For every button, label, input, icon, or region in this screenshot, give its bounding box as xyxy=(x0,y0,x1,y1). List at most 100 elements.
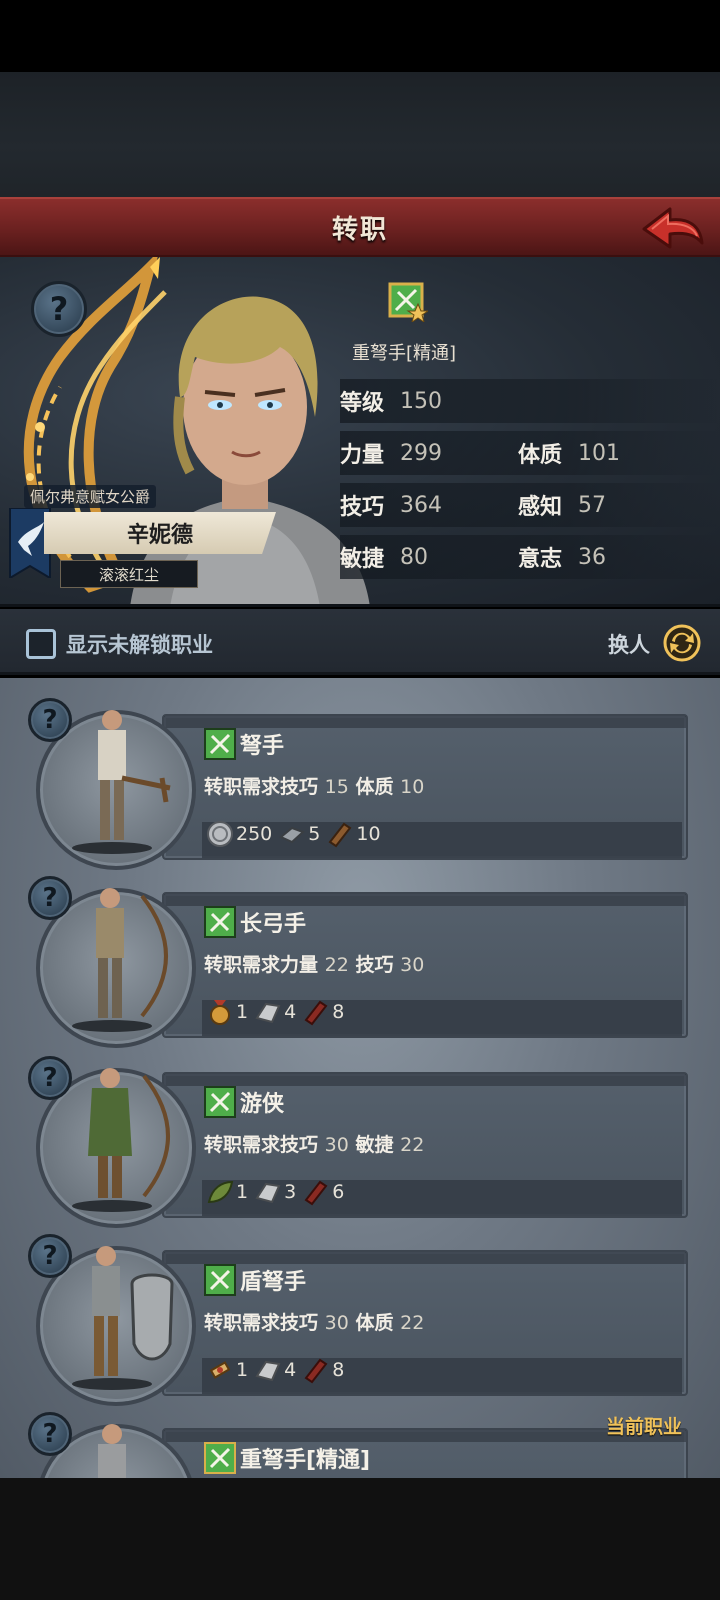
stat-label-level: 等级 xyxy=(340,391,385,416)
class-chip-icon xyxy=(204,1086,236,1118)
class-help-button[interactable]: ? xyxy=(28,1234,72,1278)
req2-label: 技巧 xyxy=(355,954,394,976)
stone-icon xyxy=(255,1182,281,1204)
class-requirements: 转职需求力量 22 技巧 30 xyxy=(204,950,424,977)
bottom-bar xyxy=(0,1478,720,1600)
class-name: 重弩手[精通] xyxy=(240,1448,371,1473)
filter-bar: 显示未解锁职业 换人 xyxy=(0,609,720,675)
stat-row-agi-will: 敏捷 80 意志 36 xyxy=(340,535,720,579)
class-help-button[interactable]: ? xyxy=(28,1412,72,1456)
class-chip-icon xyxy=(204,1264,236,1296)
medal-icon xyxy=(210,1000,230,1025)
class-costs: 1 3 6 xyxy=(206,1178,350,1206)
req1-label: 技巧 xyxy=(280,776,319,798)
stat-label-con: 体质 xyxy=(518,443,563,468)
stat-row-level: 等级 150 xyxy=(340,379,720,423)
class-name: 盾弩手 xyxy=(240,1270,307,1295)
swap-hero-label[interactable]: 换人 xyxy=(608,629,650,659)
req-prefix: 转职需求 xyxy=(204,954,281,976)
iron-ingot-icon xyxy=(279,826,306,844)
class-costs: 1 4 8 xyxy=(206,998,350,1026)
back-arrow-icon[interactable] xyxy=(640,203,706,255)
show-locked-checkbox[interactable] xyxy=(26,629,56,659)
cost-2: 3 xyxy=(284,1181,297,1203)
card-header-strip xyxy=(164,716,686,728)
class-help-button[interactable]: ? xyxy=(28,876,72,920)
swap-hero-icon[interactable] xyxy=(662,623,702,663)
stat-label-per: 感知 xyxy=(518,495,563,520)
req2-value: 10 xyxy=(400,776,425,798)
help-glyph: ? xyxy=(49,290,69,328)
current-class-badge: 当前职业 xyxy=(606,1416,683,1438)
page-title: 转职 xyxy=(331,214,388,245)
class-card-heavy-crossbowman[interactable]: ? 重弩手[精通] 当前职业 xyxy=(0,1402,720,1478)
class-card-longbowman[interactable]: ? 长弓手 转职需求力量 22 技巧 30 1 4 8 xyxy=(0,866,720,1048)
req2-value: 30 xyxy=(400,954,425,976)
stat-value-str: 299 xyxy=(400,440,442,466)
req-prefix: 转职需求 xyxy=(204,1134,281,1156)
req2-value: 22 xyxy=(400,1312,425,1334)
cost-2: 5 xyxy=(308,823,321,845)
req1-value: 30 xyxy=(324,1134,349,1156)
stone-icon xyxy=(255,1002,281,1024)
longbowman-figure xyxy=(72,888,168,1032)
stat-label-str: 力量 xyxy=(340,443,385,468)
help-glyph: ? xyxy=(42,1241,58,1271)
hero-help-button[interactable]: ? xyxy=(31,281,87,337)
stat-label-skill: 技巧 xyxy=(340,495,385,520)
stat-value-con: 101 xyxy=(578,440,620,466)
scroll-icon xyxy=(209,1361,231,1379)
card-header-strip xyxy=(164,894,686,906)
title-bar: 转职 xyxy=(0,197,720,257)
req1-label: 力量 xyxy=(280,954,319,976)
class-requirements: 转职需求技巧 30 体质 22 xyxy=(204,1308,424,1335)
req1-label: 技巧 xyxy=(280,1312,319,1334)
class-chip-icon xyxy=(204,1442,236,1474)
cost-1: 1 xyxy=(236,1359,249,1381)
class-card-shield-crossbowman[interactable]: ? 盾弩手 转职需求技巧 30 体质 22 1 4 8 xyxy=(0,1224,720,1406)
req1-value: 30 xyxy=(324,1312,349,1334)
stat-row-skill-per: 技巧 364 感知 57 xyxy=(340,483,720,527)
class-help-button[interactable]: ? xyxy=(28,1056,72,1100)
req1-label: 技巧 xyxy=(280,1134,319,1156)
hero-name-area: 佩尔弗意赋女公爵 辛妮德 滚滚红尘 xyxy=(0,478,290,608)
hero-title: 佩尔弗意赋女公爵 xyxy=(24,485,157,508)
leaf-icon xyxy=(207,1180,234,1204)
req-prefix: 转职需求 xyxy=(204,1312,281,1334)
help-glyph: ? xyxy=(42,1419,58,1449)
show-locked-label[interactable]: 显示未解锁职业 xyxy=(66,629,213,659)
red-wood-icon xyxy=(304,1180,328,1206)
help-glyph: ? xyxy=(42,1063,58,1093)
cost-3: 10 xyxy=(356,823,381,845)
req-prefix: 转职需求 xyxy=(204,776,281,798)
crossbowman-figure xyxy=(72,710,171,854)
req2-label: 体质 xyxy=(355,776,394,798)
class-card-ranger[interactable]: ? 游侠 转职需求技巧 30 敏捷 22 1 3 6 xyxy=(0,1046,720,1228)
help-glyph: ? xyxy=(42,883,58,913)
class-help-button[interactable]: ? xyxy=(28,698,72,742)
cost-3: 8 xyxy=(332,1001,345,1023)
class-card-crossbowman[interactable]: ? 弩手 转职需求技巧 15 体质 10 250 5 10 xyxy=(0,688,720,870)
card-header-strip xyxy=(164,1252,686,1264)
card-header-strip xyxy=(164,1074,686,1086)
req1-value: 22 xyxy=(324,954,349,976)
stat-label-agi: 敏捷 xyxy=(340,547,385,572)
stat-value-agi: 80 xyxy=(400,544,428,570)
wood-plank-icon xyxy=(328,822,352,848)
req1-value: 15 xyxy=(324,776,349,798)
hero-name: 辛妮德 xyxy=(44,512,276,554)
class-requirements: 转职需求技巧 30 敏捷 22 xyxy=(204,1130,424,1157)
class-list: ? 弩手 转职需求技巧 15 体质 10 250 5 10 ? 长弓手 转职需求… xyxy=(0,678,720,1478)
stat-value-level: 150 xyxy=(400,388,442,414)
stat-value-skill: 364 xyxy=(400,492,442,518)
class-costs: 1 4 8 xyxy=(206,1356,350,1384)
current-class-name: 重弩手[精通] xyxy=(352,343,457,364)
req2-label: 敏捷 xyxy=(355,1134,394,1156)
status-bar xyxy=(0,0,720,72)
top-background xyxy=(0,72,720,197)
class-chip-icon xyxy=(204,906,236,938)
class-requirements: 转职需求技巧 15 体质 10 xyxy=(204,772,424,799)
stat-row-str-con: 力量 299 体质 101 xyxy=(340,431,720,475)
cost-1: 250 xyxy=(236,823,273,845)
stat-value-will: 36 xyxy=(578,544,606,570)
